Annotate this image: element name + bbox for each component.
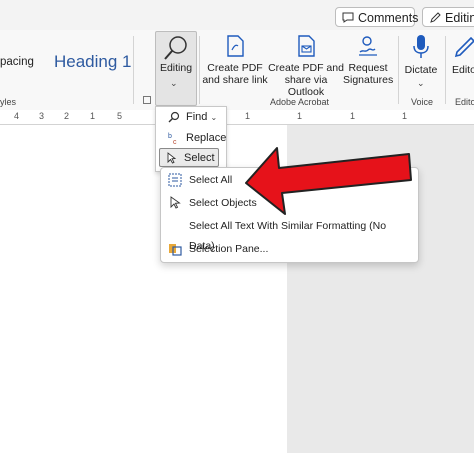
replace-menu-item[interactable]: b c Replace [162,129,226,147]
editor-pen-icon [454,36,474,58]
heading1-style[interactable]: Heading 1 [54,52,132,72]
dictate-label: Dictate [404,64,438,76]
pdf-outlook-icon [298,35,315,57]
editor-group-label: Edito [455,97,474,107]
search-icon [168,111,180,123]
voice-group-label: Voice [411,97,434,107]
selection-pane-label: Selection Pane... [189,243,269,255]
request-signatures-button[interactable]: Request Signatures [343,34,393,92]
create-pdf-outlook-line2: share via Outlook [284,74,328,98]
selection-pane-menu-item[interactable]: Selection Pane... [164,239,412,259]
editor-button[interactable]: Edito [452,34,474,76]
create-pdf-share-link-button[interactable]: Create PDF and share link [202,34,268,92]
magnifier-icon [164,36,187,60]
ruler-number: 1 [350,111,356,121]
select-all-menu-item[interactable]: Select All [164,170,412,190]
pdf-link-icon [227,35,244,57]
ruler-number: 1 [402,111,408,121]
request-signatures-line1: Request [348,62,388,74]
no-spacing-style[interactable]: pacing [0,56,34,68]
chevron-down-icon: ⌄ [170,78,178,88]
ruler-number: 1 [90,111,96,121]
svg-text:c: c [173,139,177,144]
comments-label: Comments [358,11,419,25]
ruler-number: 2 [64,111,70,121]
editing-divider [199,36,200,104]
acrobat-divider [398,36,399,104]
editing-mode-label: Editing [445,11,474,25]
select-all-icon [168,173,182,187]
create-pdf-line2: and share link [202,74,268,86]
voice-divider [445,36,446,104]
adobe-acrobat-group-label: Adobe Acrobat [270,97,330,107]
selection-pane-icon [169,244,182,256]
create-pdf-outlook-button[interactable]: Create PDF and share via Outlook [266,34,346,98]
create-pdf-line1: Create PDF [207,62,263,74]
select-menu-item[interactable]: Select ⌄ [159,148,219,181]
chevron-down-icon: ⌄ [210,113,218,122]
ruler-number: 1 [297,111,303,121]
ruler-number: 4 [14,111,20,121]
ruler-number: 3 [39,111,45,121]
signature-icon [359,36,377,56]
styles-divider [133,36,134,104]
editing-ribbon-button[interactable]: Editing ⌄ [155,31,197,106]
comments-button[interactable]: Comments [335,7,419,27]
styles-group-label: yles [0,97,17,107]
editor-label: Edito [452,64,474,76]
dictate-button[interactable]: Dictate [402,34,440,76]
request-signatures-line2: Signatures [343,74,394,86]
comment-icon [342,12,354,23]
select-similar-formatting-menu-item[interactable]: Select All Text With Similar Formatting … [164,216,412,252]
find-label: Find [186,111,208,123]
editing-mode-button[interactable]: Editing [422,7,474,27]
microphone-icon [413,35,429,58]
select-objects-label: Select Objects [189,197,257,209]
replace-icon: b c [168,133,177,144]
select-objects-menu-item[interactable]: Select Objects [164,193,412,213]
svg-text:b: b [168,133,172,140]
editing-ribbon-label: Editing [159,62,193,74]
pencil-icon [430,12,441,23]
dictate-chevron-down-icon[interactable]: ⌄ [417,78,425,89]
ruler-number: 5 [117,111,123,121]
select-all-label: Select All [189,174,233,186]
find-menu-item[interactable]: Find ⌄ [162,108,222,126]
pointer-arrow-icon [170,196,181,209]
styles-dialog-launcher-icon[interactable] [143,96,151,104]
select-label: Select [184,152,215,164]
ruler-number: 1 [245,111,251,121]
cursor-arrow-icon [167,152,177,164]
replace-label: Replace [186,132,227,144]
create-pdf-outlook-line1: Create PDF and [268,62,344,74]
